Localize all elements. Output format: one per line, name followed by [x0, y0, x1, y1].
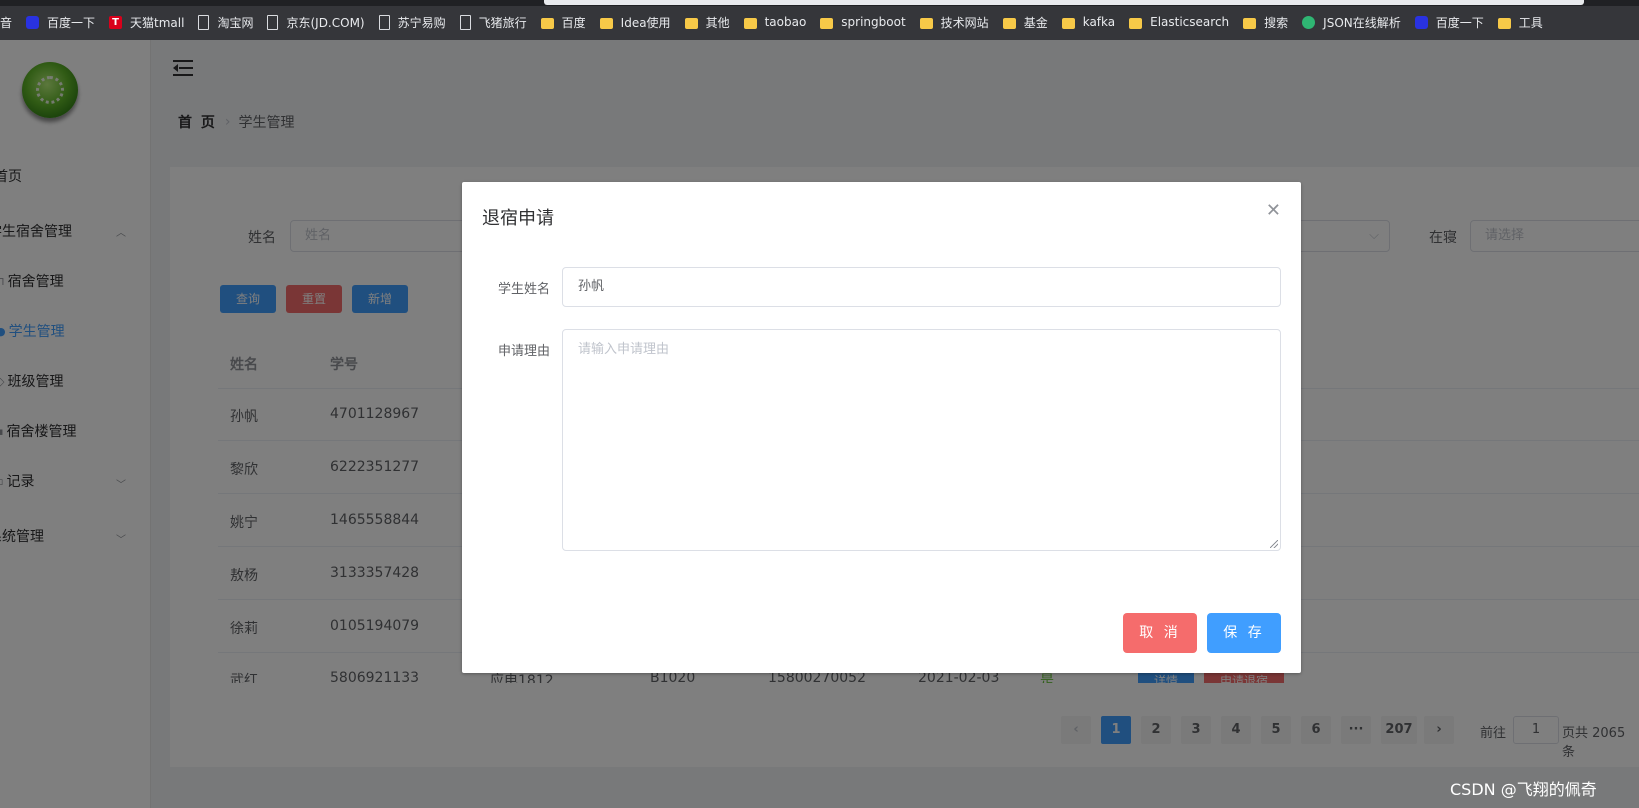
student-name-input[interactable]: 孙帆: [562, 267, 1281, 307]
bookmark-folder[interactable]: 百度: [540, 14, 586, 31]
reason-label: 申请理由: [497, 344, 550, 359]
bookmark-folder[interactable]: 搜索: [1243, 14, 1288, 31]
bookmark-folder[interactable]: 技术网站: [919, 14, 989, 31]
folder-icon: [1243, 17, 1257, 29]
save-button[interactable]: 保 存: [1207, 613, 1281, 653]
folder-icon: [743, 17, 757, 29]
folder-icon: [599, 17, 613, 29]
student-name-label: 学生姓名: [497, 282, 550, 297]
folder-icon: [1129, 17, 1143, 29]
json-icon: [1302, 15, 1316, 29]
folder-icon: [684, 17, 698, 29]
folder-icon: [820, 17, 834, 29]
baidu-icon: [26, 15, 40, 29]
page-icon: [267, 14, 279, 30]
reason-placeholder: 请输入申请理由: [578, 342, 670, 357]
checkout-dialog: 退宿申请 ✕ 学生姓名 孙帆 申请理由 请输入申请理由 取 消 保 存: [462, 182, 1301, 673]
bookmark-item[interactable]: 京东(JD.COM): [267, 14, 365, 31]
folder-icon: [1002, 17, 1016, 29]
bookmark-folder[interactable]: 基金: [1002, 14, 1048, 31]
bookmark-item[interactable]: JSON在线解析: [1302, 14, 1401, 31]
folder-icon: [540, 17, 554, 29]
bookmark-item[interactable]: 淘宝网: [198, 14, 253, 31]
cancel-button[interactable]: 取 消: [1123, 613, 1197, 653]
baidu-icon: [1414, 15, 1428, 29]
page-icon: [378, 14, 390, 30]
bookmark-folder[interactable]: springboot: [820, 15, 906, 29]
folder-icon: [1497, 17, 1511, 29]
bookmark-folder[interactable]: 工具: [1497, 14, 1543, 31]
watermark: CSDN @飞翔的佩奇: [1450, 780, 1597, 799]
tab-strip: [0, 0, 1639, 6]
bookmark-folder[interactable]: 其他: [684, 14, 730, 31]
bookmark-folder[interactable]: kafka: [1061, 15, 1115, 29]
resize-handle-icon[interactable]: [1270, 540, 1278, 548]
tmall-icon: T: [109, 15, 123, 29]
bookmark-item[interactable]: 百度一下: [1414, 14, 1484, 31]
bookmark-item[interactable]: 音: [0, 14, 12, 31]
folder-icon: [1061, 17, 1075, 29]
bookmark-item[interactable]: T 天猫tmall: [109, 14, 184, 31]
bookmark-item[interactable]: 苏宁易购: [378, 14, 446, 31]
bookmark-item[interactable]: 飞猪旅行: [459, 14, 527, 31]
bookmark-folder[interactable]: taobao: [743, 15, 806, 29]
bookmark-folder[interactable]: Idea使用: [599, 14, 671, 31]
bookmark-item[interactable]: 百度一下: [26, 14, 95, 31]
page-icon: [459, 14, 471, 30]
page-icon: [198, 14, 210, 30]
reason-textarea[interactable]: 请输入申请理由: [562, 329, 1281, 551]
close-icon[interactable]: ✕: [1266, 200, 1281, 221]
bookmark-bar: 音 百度一下 T 天猫tmall 淘宝网 京东(JD.COM) 苏宁易购 飞猪旅行…: [0, 0, 1639, 40]
dialog-title: 退宿申请: [482, 208, 554, 229]
folder-icon: [919, 17, 933, 29]
active-tab[interactable]: [544, 0, 1584, 5]
bookmark-folder[interactable]: Elasticsearch: [1129, 15, 1229, 29]
